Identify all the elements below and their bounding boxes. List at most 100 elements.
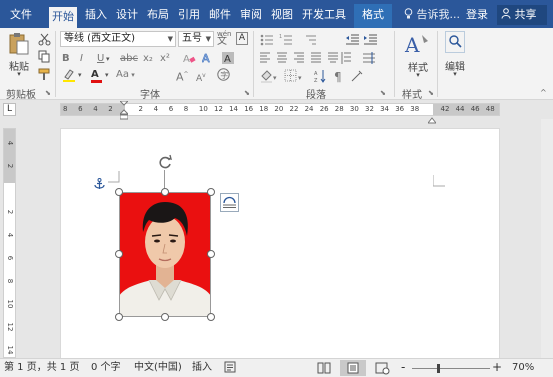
- styles-icon[interactable]: A: [404, 32, 430, 57]
- grow-font-button[interactable]: A^: [176, 68, 189, 84]
- tab-insert[interactable]: 插入: [84, 6, 108, 24]
- align-center-icon[interactable]: [277, 50, 289, 64]
- tell-me-search[interactable]: 告诉我...: [404, 6, 460, 24]
- search-icon[interactable]: [445, 31, 465, 53]
- decrease-indent-icon[interactable]: [345, 31, 359, 45]
- clipboard-launcher-icon[interactable]: ⬊: [45, 89, 51, 97]
- zoom-out-button[interactable]: -: [401, 361, 405, 375]
- tab-format[interactable]: 格式: [354, 4, 392, 28]
- vertical-ruler[interactable]: 4 2 2 4 6 8 10 12 14: [3, 128, 16, 358]
- svg-text:▾: ▾: [298, 74, 302, 82]
- zoom-in-button[interactable]: +: [492, 361, 502, 375]
- resize-handle-bottom-left[interactable]: [115, 313, 123, 321]
- highlight-icon[interactable]: [62, 68, 78, 82]
- bold-button[interactable]: B: [62, 52, 70, 66]
- zoom-level[interactable]: 70%: [512, 361, 534, 375]
- sort-icon[interactable]: AZ: [314, 68, 328, 84]
- web-layout-icon[interactable]: [372, 360, 392, 376]
- character-shading-button[interactable]: A: [222, 52, 236, 66]
- paste-dropdown-icon[interactable]: ▾: [11, 70, 27, 78]
- tab-design[interactable]: 设计: [115, 6, 139, 24]
- editing-dropdown-icon[interactable]: ▾: [448, 70, 462, 78]
- distributed-icon[interactable]: [328, 50, 340, 64]
- tab-selector[interactable]: L: [3, 103, 16, 116]
- ruler-tick-label: 2: [108, 105, 113, 113]
- format-painter-icon[interactable]: [38, 66, 51, 80]
- print-layout-icon[interactable]: [340, 360, 366, 376]
- asian-layout-icon[interactable]: [350, 68, 364, 82]
- align-left-icon[interactable]: [260, 50, 272, 64]
- change-case-button[interactable]: Aa ▾: [116, 68, 135, 82]
- resize-handle-right[interactable]: [207, 250, 215, 258]
- indent-marker-icon[interactable]: [118, 100, 130, 121]
- tab-file[interactable]: 文件: [6, 6, 36, 24]
- page-count[interactable]: 第 1 页，共 1 页: [4, 361, 79, 375]
- font-name-combo[interactable]: 等线 (西文正文) ▼: [60, 31, 176, 47]
- align-right-icon[interactable]: [294, 50, 306, 64]
- tab-home[interactable]: 开始: [49, 7, 77, 28]
- collapse-ribbon-icon[interactable]: ^: [540, 88, 550, 97]
- increase-indent-icon[interactable]: [363, 31, 377, 45]
- superscript-button[interactable]: x²: [160, 52, 170, 66]
- subscript-button[interactable]: x₂: [143, 52, 153, 66]
- character-border-button[interactable]: A: [236, 32, 248, 45]
- ruler-tick-label: 8: [183, 105, 189, 113]
- ruler-tick-label: 32: [365, 105, 374, 113]
- vertical-scrollbar[interactable]: [541, 119, 553, 358]
- borders-icon[interactable]: ▾: [284, 68, 304, 82]
- paragraph-launcher-icon[interactable]: ⬊: [380, 89, 386, 97]
- paste-icon[interactable]: [8, 32, 30, 56]
- clear-formatting-icon[interactable]: A: [183, 52, 197, 66]
- italic-button[interactable]: I: [80, 52, 83, 66]
- paragraph-mark-icon[interactable]: ¶: [332, 68, 346, 84]
- tab-view[interactable]: 视图: [270, 6, 294, 24]
- language[interactable]: 中文(中国): [134, 361, 182, 375]
- font-size-combo[interactable]: 五号 ▼: [178, 31, 214, 47]
- read-mode-icon[interactable]: [314, 360, 334, 376]
- tab-review[interactable]: 审阅: [239, 6, 263, 24]
- resize-handle-top-left[interactable]: [115, 188, 123, 196]
- resize-handle-bottom[interactable]: [161, 313, 169, 321]
- rotate-handle-icon[interactable]: [157, 154, 173, 170]
- resize-handle-top[interactable]: [161, 188, 169, 196]
- tab-layout[interactable]: 布局: [146, 6, 170, 24]
- tab-references[interactable]: 引用: [177, 6, 201, 24]
- underline-dropdown-icon[interactable]: ▾: [106, 52, 110, 66]
- shrink-font-button[interactable]: Av: [196, 69, 206, 84]
- copy-icon[interactable]: [38, 48, 51, 63]
- styles-dropdown-icon[interactable]: ▾: [411, 71, 425, 79]
- shading-icon[interactable]: ▾: [260, 68, 278, 83]
- font-color-button[interactable]: A: [91, 68, 103, 83]
- bullet-list-icon[interactable]: [260, 32, 274, 46]
- macro-record-icon[interactable]: [224, 361, 238, 375]
- font-color-dropdown-icon[interactable]: ▾: [105, 68, 109, 82]
- ruler-tick-label: 10: [6, 299, 14, 309]
- zoom-slider-thumb[interactable]: [437, 364, 440, 373]
- highlight-dropdown-icon[interactable]: ▾: [78, 68, 82, 82]
- insert-mode[interactable]: 插入: [192, 361, 212, 375]
- font-launcher-icon[interactable]: ⬊: [244, 89, 250, 97]
- word-count[interactable]: 0 个字: [91, 361, 121, 375]
- resize-handle-left[interactable]: [115, 250, 123, 258]
- layout-options-button[interactable]: [220, 193, 239, 212]
- chinese-layout-icon[interactable]: [362, 50, 376, 64]
- cut-icon[interactable]: [38, 31, 51, 46]
- login-button[interactable]: 登录: [466, 6, 488, 24]
- share-button[interactable]: 共享: [497, 5, 547, 25]
- right-indent-marker-icon[interactable]: [426, 109, 438, 124]
- strikethrough-button[interactable]: abc: [120, 52, 138, 66]
- underline-button[interactable]: U: [97, 52, 104, 66]
- text-effects-icon[interactable]: A: [202, 52, 220, 66]
- numbered-list-icon[interactable]: [280, 32, 294, 46]
- resize-handle-top-right[interactable]: [207, 188, 215, 196]
- line-spacing-icon[interactable]: [342, 50, 354, 64]
- styles-launcher-icon[interactable]: ⬊: [428, 89, 434, 97]
- resize-handle-bottom-right[interactable]: [207, 313, 215, 321]
- tab-developer[interactable]: 开发工具: [300, 6, 348, 24]
- enclose-character-button[interactable]: 字: [217, 68, 231, 82]
- tab-mailings[interactable]: 邮件: [208, 6, 232, 24]
- zoom-slider-track[interactable]: [412, 368, 490, 369]
- multilevel-list-icon[interactable]: [304, 32, 318, 46]
- justify-icon[interactable]: [311, 50, 323, 64]
- phonetic-guide-button[interactable]: wén 文: [217, 30, 231, 47]
